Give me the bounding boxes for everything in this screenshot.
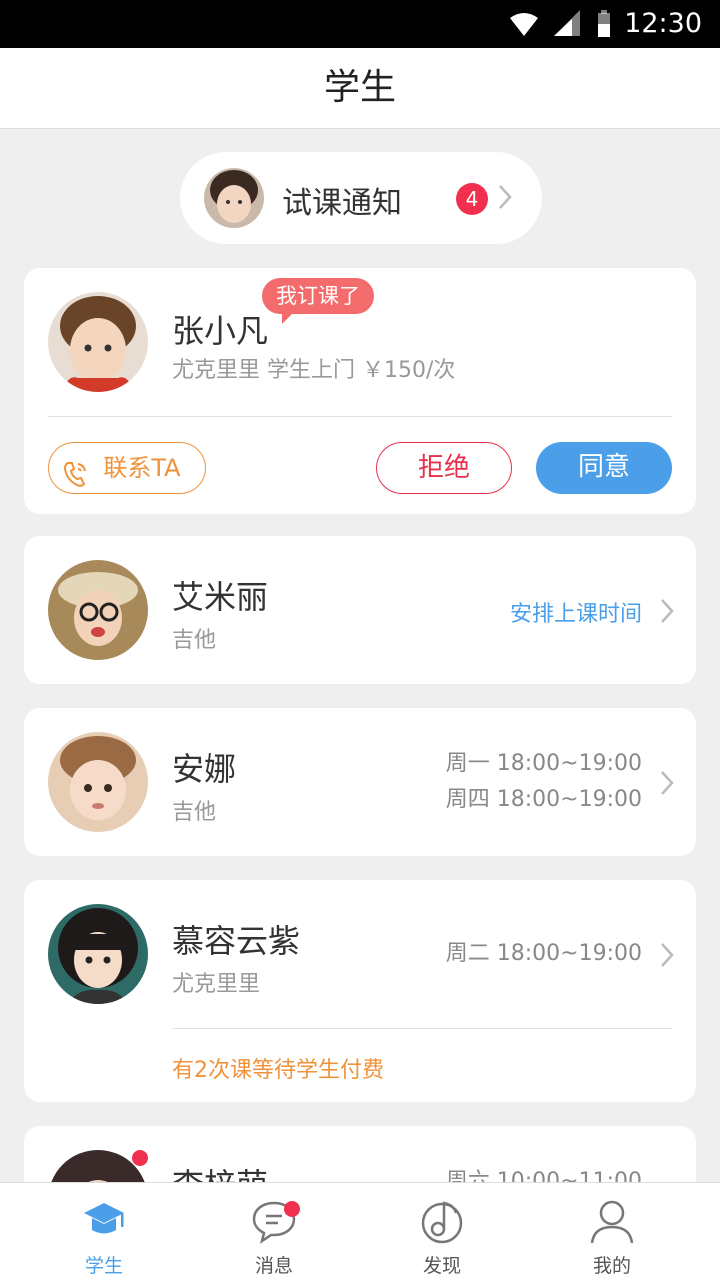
student-instrument: 吉他 — [172, 628, 217, 653]
schedule-time: 周一 18:00~19:00 — [445, 751, 642, 776]
status-bar: 12:30 — [0, 0, 720, 48]
person-icon — [588, 1197, 636, 1245]
student-name: 安娜 — [172, 750, 237, 788]
message-badge-dot — [284, 1201, 300, 1217]
student-instrument: 吉他 — [172, 800, 217, 825]
student-name: 慕容云紫 — [172, 922, 301, 960]
tab-label: 我的 — [592, 1255, 631, 1277]
avatar — [48, 904, 148, 1004]
class-schedule: 周一 18:00~19:00 周四 18:00~19:00 — [446, 746, 642, 818]
agree-button[interactable]: 同意 — [536, 442, 672, 494]
tab-me[interactable]: 我的 — [522, 1183, 702, 1280]
tab-students[interactable]: 学生 — [14, 1183, 194, 1280]
divider — [172, 1028, 672, 1029]
phone-icon — [63, 455, 89, 505]
tab-discover[interactable]: 发现 — [352, 1183, 532, 1280]
page-title: 学生 — [323, 67, 396, 108]
unread-dot — [132, 1150, 148, 1166]
wifi-signal-battery-icon — [510, 10, 610, 37]
avatar — [48, 732, 148, 832]
schedule-class-link[interactable]: 安排上课时间 — [510, 596, 642, 628]
graduation-cap-icon — [80, 1197, 128, 1245]
booking-info: 尤克里里 学生上门 ￥150/次 — [172, 358, 456, 383]
tab-label: 发现 — [422, 1255, 461, 1277]
schedule-time: 周二 18:00~19:00 — [445, 941, 642, 966]
schedule-time: 周四 18:00~19:00 — [445, 787, 642, 812]
student-card[interactable]: 艾米丽 吉他 安排上课时间 — [24, 536, 696, 684]
booking-request-card: 我订课了 张小凡 尤克里里 学生上门 ￥150/次 联系TA 拒绝 同意 — [24, 268, 696, 514]
payment-pending-note: 有2次课等待学生付费 — [172, 1058, 384, 1083]
contact-button[interactable]: 联系TA — [48, 442, 206, 494]
avatar — [204, 168, 264, 228]
student-instrument: 尤克里里 — [172, 972, 261, 997]
contact-label: 联系TA — [103, 454, 181, 482]
reject-button[interactable]: 拒绝 — [376, 442, 512, 494]
chevron-right-icon — [660, 598, 674, 628]
trial-notice-button[interactable]: 试课通知 4 — [180, 152, 542, 244]
student-name: 张小凡 — [172, 312, 269, 350]
notification-count-badge: 4 — [456, 183, 488, 215]
trial-notice-label: 试课通知 — [282, 186, 402, 221]
chevron-right-icon — [660, 942, 674, 972]
chevron-right-icon — [498, 184, 512, 214]
tab-label: 学生 — [84, 1255, 123, 1277]
class-schedule: 周二 18:00~19:00 — [446, 936, 642, 972]
divider — [48, 416, 672, 417]
student-name: 艾米丽 — [172, 578, 269, 616]
title-bar: 学生 — [0, 48, 720, 129]
avatar — [48, 292, 148, 392]
bottom-tab-bar: 学生 消息 发现 我的 — [0, 1182, 720, 1280]
student-card[interactable]: 慕容云紫 尤克里里 周二 18:00~19:00 有2次课等待学生付费 — [24, 880, 696, 1102]
tab-label: 消息 — [254, 1255, 293, 1277]
tab-messages[interactable]: 消息 — [184, 1183, 364, 1280]
chevron-right-icon — [660, 770, 674, 800]
student-card[interactable]: 安娜 吉他 周一 18:00~19:00 周四 18:00~19:00 — [24, 708, 696, 856]
avatar — [48, 560, 148, 660]
status-time: 12:30 — [624, 8, 702, 39]
music-note-icon — [418, 1197, 466, 1245]
booking-bubble: 我订课了 — [262, 278, 374, 324]
status-icons — [510, 10, 610, 42]
